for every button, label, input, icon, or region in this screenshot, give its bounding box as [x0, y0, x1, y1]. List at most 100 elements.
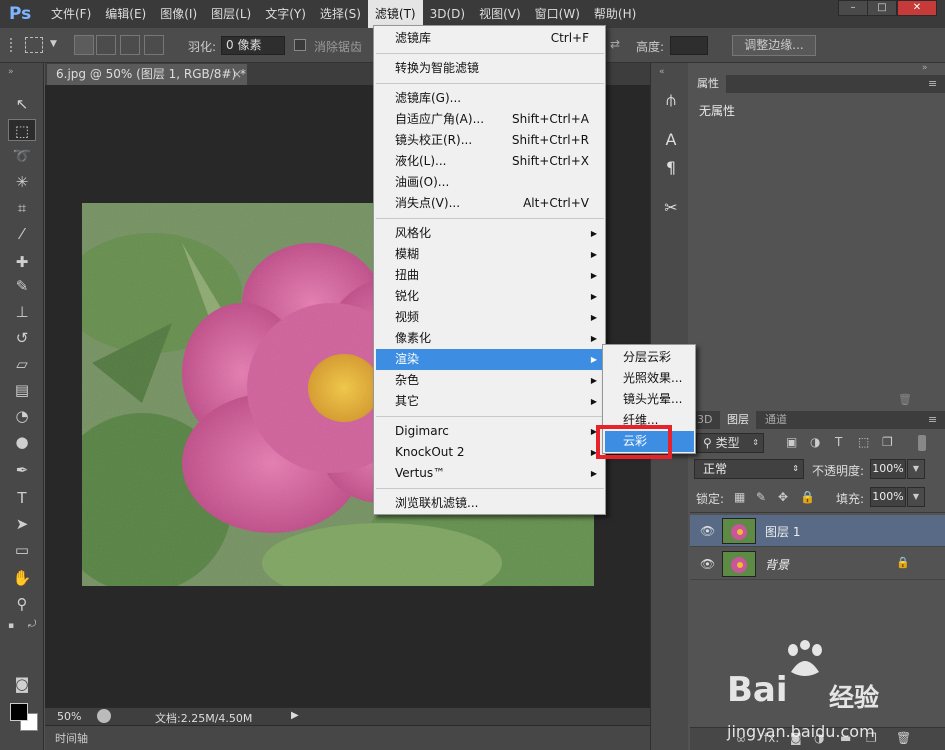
visibility-eye-icon[interactable]: 👁	[700, 524, 715, 538]
close-button[interactable]: ✕	[897, 0, 937, 16]
refine-edge-button[interactable]: 调整边缘...	[732, 35, 816, 56]
menu-item[interactable]: 文件(F)	[44, 0, 98, 28]
lock-position-icon[interactable]: ✥	[778, 490, 788, 504]
move-tool-icon[interactable]: ↖	[8, 93, 36, 115]
clone-stamp-tool-icon[interactable]: ⊥	[8, 301, 36, 323]
filter-adjustment-icon[interactable]: ◑	[810, 435, 820, 449]
status-info-icon[interactable]	[97, 709, 111, 723]
filter-shape-icon[interactable]: ⬚	[858, 435, 869, 449]
zoom-level[interactable]: 50%	[57, 710, 81, 723]
intersect-selection-icon[interactable]	[144, 35, 164, 55]
timeline-tab[interactable]: 时间轴	[55, 730, 88, 746]
hand-tool-icon[interactable]: ✋	[8, 567, 36, 589]
render-submenu-item[interactable]: 光照效果...	[605, 368, 694, 389]
maximize-button[interactable]: □	[867, 0, 897, 16]
layer-filter-dropdown[interactable]: ⚲ 类型 ⇕	[696, 433, 764, 453]
visibility-eye-icon[interactable]: 👁	[700, 557, 715, 571]
rect-marquee-tool-icon[interactable]: ⬚	[8, 119, 36, 141]
pen-tool-icon[interactable]: ✒	[8, 459, 36, 481]
swap-icon[interactable]: ⇄	[610, 37, 620, 51]
menu-item[interactable]: 帮助(H)	[587, 0, 643, 28]
filter-menu-item[interactable]: 杂色 ▶	[376, 370, 604, 391]
filter-menu-item[interactable]: 液化(L)... Shift+Ctrl+X	[376, 151, 604, 172]
layer-row-background[interactable]: 👁 背景 🔒	[690, 548, 945, 580]
eyedropper-tool-icon[interactable]: ⁄	[8, 223, 36, 245]
add-selection-icon[interactable]	[96, 35, 116, 55]
rectangle-tool-icon[interactable]: ▭	[8, 539, 36, 561]
quick-mask-icon[interactable]: ◙	[8, 673, 36, 695]
filter-menu-item[interactable]: 油画(O)...	[376, 172, 604, 193]
brush-tool-icon[interactable]: ✎	[8, 275, 36, 297]
tab-close-icon[interactable]: ×	[232, 64, 242, 85]
height-input[interactable]	[670, 36, 708, 55]
swap-colors-icon[interactable]: ⤾	[28, 619, 36, 630]
eraser-tool-icon[interactable]: ▱	[8, 353, 36, 375]
document-tab[interactable]: 6.jpg @ 50% (图层 1, RGB/8#) * ×	[47, 64, 247, 85]
fill-input[interactable]: 100%	[870, 487, 906, 507]
menu-item[interactable]: 选择(S)	[313, 0, 368, 28]
render-submenu-item[interactable]: 分层云彩	[605, 347, 694, 368]
opacity-dropdown-icon[interactable]: ▼	[907, 459, 925, 479]
filter-menu-item[interactable]: 像素化 ▶	[376, 328, 604, 349]
filter-menu-item[interactable]: Vertus™ ▶	[376, 463, 604, 484]
filter-menu-item[interactable]: 风格化 ▶	[376, 223, 604, 244]
panel-menu-icon[interactable]: ≡	[928, 77, 937, 90]
filter-menu-item[interactable]: KnockOut 2 ▶	[376, 442, 604, 463]
filter-menu-item[interactable]: Digimarc ▶	[376, 421, 604, 442]
menu-item[interactable]: 视图(V)	[472, 0, 528, 28]
filter-menu-item[interactable]: 自适应广角(A)... Shift+Ctrl+A	[376, 109, 604, 130]
magic-wand-tool-icon[interactable]: ✳	[8, 171, 36, 193]
layers-panel-menu-icon[interactable]: ≡	[928, 413, 937, 426]
type-tool-icon[interactable]: T	[8, 487, 36, 509]
opacity-input[interactable]: 100%	[870, 459, 906, 479]
character-icon[interactable]: A	[660, 129, 682, 151]
lock-all-icon[interactable]: 🔒	[800, 490, 815, 504]
new-selection-icon[interactable]	[74, 35, 94, 55]
filter-menu-item[interactable]: 镜头校正(R)... Shift+Ctrl+R	[376, 130, 604, 151]
collapse-tools-icon[interactable]: »	[8, 67, 14, 77]
render-submenu-item[interactable]: 镜头光晕...	[605, 389, 694, 410]
path-selection-tool-icon[interactable]: ➤	[8, 513, 36, 535]
history-brush-tool-icon[interactable]: ↺	[8, 327, 36, 349]
filter-menu-item[interactable]: 锐化 ▶	[376, 286, 604, 307]
filter-smart-object-icon[interactable]: ❐	[882, 435, 893, 449]
filter-menu-item[interactable]: 转换为智能滤镜	[376, 58, 604, 79]
foreground-color-swatch[interactable]	[10, 703, 28, 721]
preset-dropdown-icon[interactable]: ▼	[50, 39, 57, 49]
filter-menu-item[interactable]: 滤镜库(G)...	[376, 88, 604, 109]
healing-brush-tool-icon[interactable]: ✚	[8, 251, 36, 273]
menu-item[interactable]: 文字(Y)	[258, 0, 313, 28]
filter-menu-item[interactable]: 滤镜库 Ctrl+F	[376, 28, 604, 49]
tab-properties[interactable]: 属性	[690, 75, 726, 93]
layer-row-layer1[interactable]: 👁 图层 1	[690, 515, 945, 547]
filter-menu-item[interactable]: 模糊 ▶	[376, 244, 604, 265]
filter-menu-item[interactable]: 扭曲 ▶	[376, 265, 604, 286]
blend-mode-select[interactable]: 正常 ⇕	[694, 459, 804, 479]
status-menu-arrow-icon[interactable]: ▶	[291, 710, 299, 721]
filter-menu-item[interactable]: 渲染 ▶	[376, 349, 604, 370]
default-colors-icon[interactable]: ▪	[8, 621, 14, 631]
menu-item[interactable]: 3D(D)	[423, 0, 472, 28]
paragraph-style-icon[interactable]: ⫛	[660, 89, 682, 111]
filter-type-icon[interactable]: T	[835, 435, 842, 449]
dodge-tool-icon[interactable]: ●	[8, 431, 36, 453]
layer-name[interactable]: 图层 1	[765, 523, 800, 540]
feather-input[interactable]: 0 像素	[221, 36, 285, 55]
blur-tool-icon[interactable]: ◔	[8, 405, 36, 427]
menu-item[interactable]: 窗口(W)	[528, 0, 587, 28]
filter-toggle-switch[interactable]	[918, 435, 926, 451]
menu-item[interactable]: 图层(L)	[204, 0, 258, 28]
properties-trash-icon[interactable]: 🗑	[898, 393, 912, 406]
tab-channels[interactable]: 通道	[758, 411, 794, 429]
antialias-checkbox[interactable]	[294, 39, 306, 51]
menu-item[interactable]: 图像(I)	[153, 0, 204, 28]
fill-dropdown-icon[interactable]: ▼	[907, 487, 925, 507]
lock-image-icon[interactable]: ✎	[756, 490, 766, 504]
paragraph-icon[interactable]: ¶	[660, 157, 682, 179]
filter-menu-item[interactable]: 其它 ▶	[376, 391, 604, 412]
zoom-tool-icon[interactable]: ⚲	[8, 593, 36, 615]
menu-item[interactable]: 编辑(E)	[98, 0, 153, 28]
lock-transparent-icon[interactable]: ▦	[734, 490, 745, 504]
filter-pixel-icon[interactable]: ▣	[786, 435, 797, 449]
subtract-selection-icon[interactable]	[120, 35, 140, 55]
